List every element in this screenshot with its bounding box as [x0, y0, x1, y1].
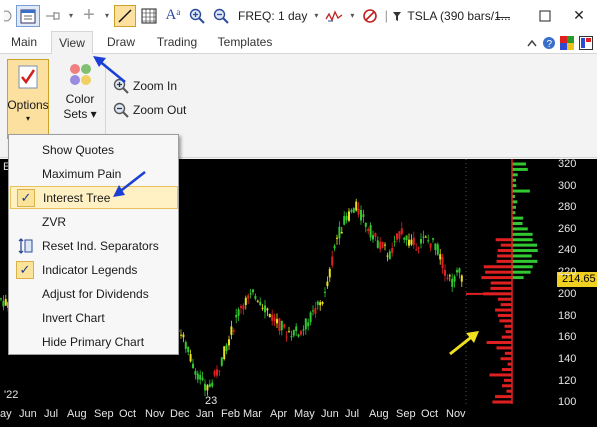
- blue-arrow-interest-tree: [113, 171, 146, 197]
- annotation-overlay: [93, 56, 479, 356]
- app-window: ▾ + ▾ Aᵃ FREQ: 1 day ▾ ▾ | TSLA (390 bar…: [0, 0, 597, 427]
- blue-arrow-view-tab: [93, 56, 126, 83]
- yellow-arrow-interest-tree-bars: [449, 331, 479, 356]
